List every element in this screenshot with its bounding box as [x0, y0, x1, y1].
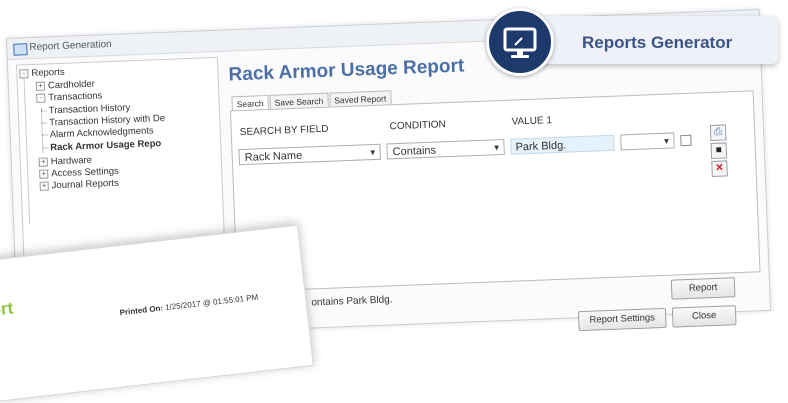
search-field-select[interactable]: Rack Name ▼	[238, 143, 381, 166]
close-button[interactable]: Close	[671, 305, 737, 328]
tree-node-cardholder[interactable]: + Cardholder	[35, 78, 96, 92]
report-settings-button[interactable]: Report Settings	[577, 307, 667, 332]
tree-node-hardware[interactable]: + Hardware	[38, 154, 93, 168]
report-button[interactable]: Report	[670, 277, 736, 300]
condition-header: CONDITION	[389, 119, 446, 133]
value-2-select[interactable]: ▼	[620, 132, 675, 151]
app-icon	[13, 43, 28, 56]
tree-node-reports[interactable]: - Reports	[19, 67, 65, 80]
collapse-icon[interactable]: -	[36, 93, 46, 103]
tree-label: Rack Armor Usage Repo	[50, 138, 162, 154]
tree-node-journal-reports[interactable]: + Journal Reports	[39, 177, 119, 192]
printed-on-label: Printed On:	[119, 303, 164, 318]
search-field-value: Rack Name	[244, 149, 303, 164]
search-by-field-header: SEARCH BY FIELD	[239, 123, 329, 139]
search-criteria-summary: ontains Park Bldg.	[311, 294, 393, 309]
dropdown-arrow-icon[interactable]: ▼	[492, 140, 501, 156]
value-1-header: VALUE 1	[511, 115, 553, 128]
tree-node-rack-armor-usage-report[interactable]: Rack Armor Usage Repo	[50, 138, 161, 153]
monitor-icon	[486, 8, 554, 76]
tree-label: Reports	[31, 66, 65, 80]
search-panel: SEARCH BY FIELD CONDITION VALUE 1 Rack N…	[229, 90, 761, 293]
tree-label: Cardholder	[47, 78, 96, 92]
tree-node-transactions[interactable]: - Transactions	[36, 90, 103, 104]
collapse-icon[interactable]: -	[19, 69, 29, 79]
expand-icon[interactable]: +	[35, 81, 46, 91]
tree-label: Journal Reports	[51, 177, 119, 192]
value-1-input[interactable]: Park Bldg.	[510, 134, 615, 155]
expand-icon[interactable]: +	[39, 169, 49, 179]
value-1-text: Park Bldg.	[515, 139, 567, 154]
printed-report-title: ort	[0, 298, 15, 320]
report-title: Rack Armor Usage Report	[228, 55, 465, 86]
save-icon[interactable]: ■	[710, 142, 728, 160]
printed-on-line: Printed On: 1/25/2017 @ 01:55:01 PM	[119, 293, 258, 318]
delete-icon[interactable]: ✕	[711, 160, 728, 178]
tree-label: Transactions	[48, 90, 103, 104]
criteria-checkbox[interactable]	[680, 134, 692, 147]
reports-generator-badge: Reports Generator	[528, 16, 778, 64]
condition-select[interactable]: Contains ▼	[386, 138, 505, 160]
badge-label: Reports Generator	[582, 33, 733, 52]
expand-icon[interactable]: +	[38, 157, 48, 167]
tree-label: Hardware	[50, 154, 93, 168]
dropdown-arrow-icon[interactable]: ▼	[368, 145, 377, 161]
print-preview-icon[interactable]: ⎙	[709, 124, 727, 142]
dropdown-arrow-icon[interactable]: ▼	[662, 134, 671, 150]
expand-icon[interactable]: +	[39, 181, 49, 191]
condition-value: Contains	[392, 144, 437, 159]
window-title: Report Generation	[29, 38, 112, 54]
printed-on-value: 1/25/2017 @ 01:55:01 PM	[164, 292, 259, 313]
